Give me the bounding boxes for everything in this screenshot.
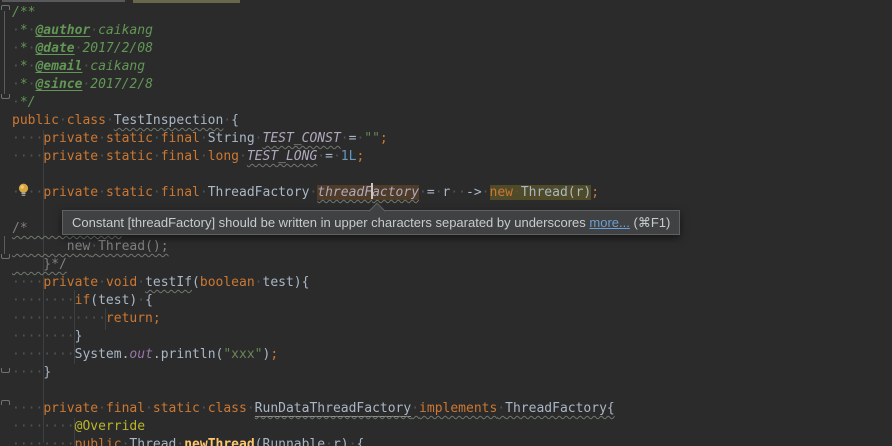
tooltip-more-link[interactable]: more... (589, 215, 629, 230)
code-line[interactable]: new·Thread(); (12, 238, 615, 256)
code-line[interactable]: ····} (12, 364, 615, 382)
inactive-tab-edge (2, 0, 125, 2)
fold-marker-method-end[interactable] (1, 368, 10, 373)
code-line[interactable]: ····private·static·final·String·TEST_CON… (12, 130, 615, 148)
tooltip-shortcut: (⌘F1) (634, 215, 671, 231)
fold-marker-javadoc-end[interactable] (1, 94, 10, 99)
fold-marker-class-start[interactable] (1, 400, 10, 405)
code-line[interactable]: ·*·@date·2017/2/08 (12, 40, 615, 58)
code-line[interactable]: }*/ (12, 256, 615, 274)
code-line[interactable]: ········@Override (12, 418, 615, 436)
intention-bulb-icon[interactable] (17, 183, 30, 197)
code-line[interactable]: /** (12, 4, 615, 22)
code-line[interactable]: ····private·final·static·class·RunDataTh… (12, 400, 615, 418)
code-line[interactable]: ············return; (12, 310, 615, 328)
ide-editor-window: /**·*·@author·caikang·*·@date·2017/2/08·… (0, 0, 892, 446)
code-line[interactable]: ····private·static·final·ThreadFactory·t… (12, 184, 615, 202)
fold-marker-comment-end[interactable] (1, 254, 10, 259)
tooltip-message: Constant [threadFactory] should be writt… (72, 215, 586, 230)
code-line[interactable]: ········System.out.println("xxx"); (12, 346, 615, 364)
code-line[interactable]: ·*·@since·2017/2/8 (12, 76, 615, 94)
code-line[interactable]: ········} (12, 328, 615, 346)
inspection-tooltip: Constant [threadFactory] should be writt… (62, 210, 680, 235)
code-line[interactable] (12, 382, 615, 400)
fold-range-line (4, 236, 5, 254)
code-line[interactable]: public·class·TestInspection·{ (12, 112, 615, 130)
code-line[interactable]: ····private·void·testIf(boolean·test){ (12, 274, 615, 292)
code-line[interactable]: ·*·@email·caikang (12, 58, 615, 76)
code-line[interactable]: ·*/ (12, 94, 615, 112)
code-line[interactable] (12, 166, 615, 184)
code-line[interactable]: ········public·Thread·newThread(Runnable… (12, 436, 615, 446)
fold-marker-javadoc-start[interactable] (1, 5, 10, 10)
code-line[interactable]: ·*·@author·caikang (12, 22, 615, 40)
active-tab-edge (133, 0, 240, 3)
editor-gutter (0, 0, 11, 446)
code-line[interactable]: ····private·static·final·long·TEST_LONG·… (12, 148, 615, 166)
code-line[interactable]: ········if(test)·{ (12, 292, 615, 310)
fold-range-line (4, 11, 5, 94)
